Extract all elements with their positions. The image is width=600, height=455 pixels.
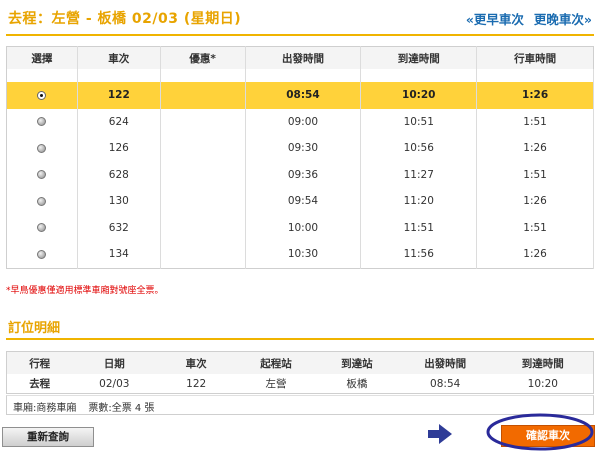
radio-button[interactable]	[37, 90, 47, 100]
col-discount: 優惠*	[160, 46, 246, 69]
train-depart: 08:54	[245, 82, 362, 109]
train-number: 130	[77, 188, 161, 215]
train-number: 126	[77, 135, 161, 162]
train-select-cell[interactable]	[6, 188, 78, 215]
booking-train: 122	[186, 377, 207, 390]
earlier-trains-link[interactable]: «更早車次	[466, 12, 524, 27]
train-discount	[160, 214, 246, 241]
train-row[interactable]: 126 09:30 10:56 1:26	[6, 135, 594, 162]
booking-col-trip: 行程	[6, 351, 73, 374]
train-table-header: 選擇 車次 優惠* 出發時間 到達時間 行車時間	[6, 46, 594, 69]
col-depart: 出發時間	[245, 46, 362, 69]
section-divider	[6, 338, 594, 340]
radio-button[interactable]	[37, 196, 47, 206]
train-arrive: 11:51	[360, 214, 478, 241]
train-discount	[160, 161, 246, 188]
train-duration: 1:51	[476, 108, 594, 135]
train-duration: 1:51	[476, 161, 594, 188]
booking-from: 左營	[265, 378, 287, 390]
early-bird-note: *早鳥優惠僅適用標準車廂對號座全票。	[6, 286, 164, 296]
train-select-cell[interactable]	[6, 82, 78, 109]
booking-to: 板橋	[346, 378, 368, 390]
train-number: 632	[77, 214, 161, 241]
booking-row: 去程 02/03 122 左營 板橋 08:54 10:20	[7, 374, 594, 394]
train-row[interactable]: 624 09:00 10:51 1:51	[6, 108, 594, 135]
train-depart: 09:00	[245, 108, 362, 135]
train-discount	[160, 82, 246, 109]
later-trains-link[interactable]: 更晚車次»	[534, 12, 592, 27]
train-depart: 09:54	[245, 188, 362, 215]
header-divider	[6, 34, 594, 36]
booking-table-header: 行程 日期 車次 起程站 到達站 出發時間 到達時間	[6, 351, 594, 374]
col-train: 車次	[77, 46, 161, 69]
train-row[interactable]: 632 10:00 11:51 1:51	[6, 214, 594, 241]
train-depart: 09:36	[245, 161, 362, 188]
train-discount	[160, 108, 246, 135]
train-arrive: 10:56	[360, 135, 478, 162]
train-select-cell[interactable]	[6, 214, 78, 241]
highlight-ellipse	[486, 413, 594, 451]
train-number: 134	[77, 241, 161, 268]
booking-table: 行程 日期 車次 起程站 到達站 出發時間 到達時間 去程 02/03 122 …	[6, 351, 594, 394]
booking-col-train: 車次	[156, 351, 237, 374]
booking-depart: 08:54	[430, 377, 461, 390]
requery-button[interactable]: 重新查詢	[2, 427, 94, 447]
train-duration: 1:26	[476, 188, 594, 215]
train-discount	[160, 188, 246, 215]
train-arrive: 11:20	[360, 188, 478, 215]
train-row[interactable]: 628 09:36 11:27 1:51	[6, 161, 594, 188]
train-duration: 1:26	[476, 82, 594, 109]
train-depart: 09:30	[245, 135, 362, 162]
booking-date: 02/03	[99, 377, 130, 390]
train-row[interactable]: 130 09:54 11:20 1:26	[6, 188, 594, 215]
train-duration: 1:26	[476, 135, 594, 162]
train-select-cell[interactable]	[6, 161, 78, 188]
booking-col-arrive: 到達時間	[492, 351, 594, 374]
booking-col-to: 到達站	[315, 351, 398, 374]
right-arrow-icon	[428, 424, 452, 444]
train-select-cell[interactable]	[6, 135, 78, 162]
train-table: 選擇 車次 優惠* 出發時間 到達時間 行車時間 122 08:54 10:20 1:…	[6, 46, 594, 269]
radio-button[interactable]	[37, 143, 47, 153]
train-arrive: 11:56	[360, 241, 478, 268]
train-navigation: «更早車次 更晚車次»	[466, 9, 592, 28]
radio-button[interactable]	[37, 249, 47, 259]
train-number: 628	[77, 161, 161, 188]
booking-col-depart: 出發時間	[397, 351, 493, 374]
train-duration: 1:26	[476, 241, 594, 268]
col-arrive: 到達時間	[360, 46, 478, 69]
train-depart: 10:00	[245, 214, 362, 241]
booking-col-date: 日期	[72, 351, 157, 374]
car-class: 車廂:商務車廂	[13, 403, 77, 414]
train-arrive: 10:20	[360, 82, 478, 109]
train-discount	[160, 241, 246, 268]
train-arrive: 10:51	[360, 108, 478, 135]
col-duration: 行車時間	[476, 46, 594, 69]
radio-button[interactable]	[37, 170, 47, 180]
trip-title: 去程：左營 - 板橋 02/03 (星期日)	[8, 11, 242, 27]
booking-col-from: 起程站	[236, 351, 316, 374]
booking-trip: 去程	[29, 378, 51, 390]
train-select-cell[interactable]	[6, 241, 78, 268]
col-select: 選擇	[6, 46, 78, 69]
header-bar: 去程：左營 - 板橋 02/03 (星期日) «更早車次 更晚車次»	[0, 0, 600, 36]
train-duration: 1:51	[476, 214, 594, 241]
radio-button[interactable]	[37, 117, 47, 127]
table-spacer	[6, 69, 594, 82]
ticket-count: 票數:全票 4 張	[88, 403, 155, 414]
train-row[interactable]: 122 08:54 10:20 1:26	[6, 82, 594, 109]
booking-section-title: 訂位明細	[8, 321, 61, 336]
radio-button[interactable]	[37, 223, 47, 233]
train-depart: 10:30	[245, 241, 362, 268]
train-discount	[160, 135, 246, 162]
train-select-cell[interactable]	[6, 108, 78, 135]
booking-arrive: 10:20	[527, 377, 558, 390]
train-row[interactable]: 134 10:30 11:56 1:26	[6, 241, 594, 268]
train-arrive: 11:27	[360, 161, 478, 188]
train-number: 122	[77, 82, 161, 109]
train-number: 624	[77, 108, 161, 135]
